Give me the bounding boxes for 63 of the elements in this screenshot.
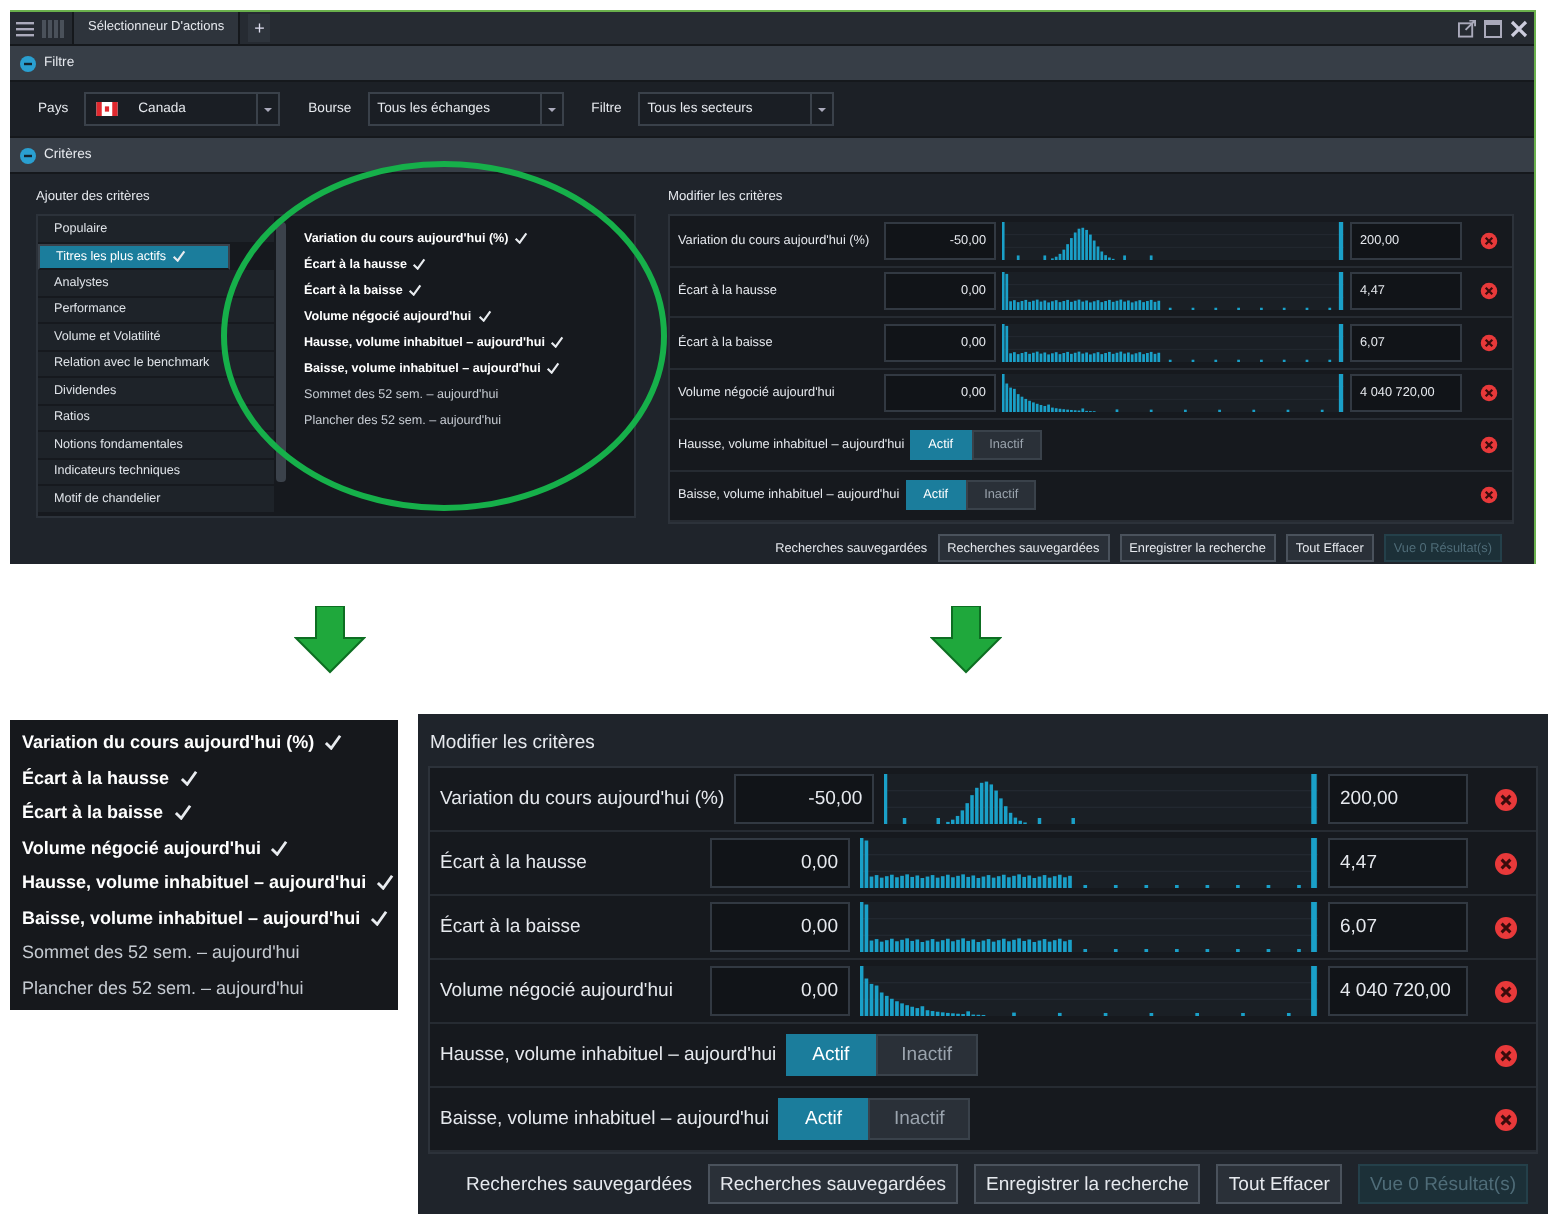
- criterion-label: Baisse, volume inhabituel – aujourd'hui: [440, 1108, 769, 1130]
- maximize-icon[interactable]: [1484, 19, 1502, 37]
- saved-searches-label: Recherches sauvegardées: [466, 1173, 693, 1195]
- criterion-item[interactable]: Écart à la baisse: [22, 802, 164, 822]
- remove-icon[interactable]: [1494, 915, 1518, 939]
- criterion-item[interactable]: Plancher des 52 sem. – aujourd'hui: [22, 977, 304, 997]
- max-field[interactable]: 4,47: [1328, 838, 1468, 888]
- close-icon[interactable]: [1510, 19, 1528, 37]
- criterion-item[interactable]: Sommet des 52 sem. – aujourd'hui: [22, 942, 300, 962]
- max-field[interactable]: 200,00: [1328, 774, 1468, 824]
- criterion-item[interactable]: Hausse, volume inhabituel – aujourd'hui: [22, 872, 367, 892]
- remove-icon[interactable]: [1480, 435, 1498, 454]
- menu-icon[interactable]: [16, 19, 34, 37]
- min-field[interactable]: 0,00: [710, 966, 850, 1016]
- criterion-item[interactable]: Baisse, volume inhabituel – aujourd'hui: [22, 907, 361, 927]
- criterion-label: Variation du cours aujourd'hui (%): [440, 788, 725, 810]
- criterion-item[interactable]: Volume négocié aujourd'hui: [22, 837, 261, 857]
- remove-icon[interactable]: [1480, 486, 1498, 505]
- min-field[interactable]: 0,00: [710, 902, 850, 952]
- remove-icon[interactable]: [1494, 1043, 1518, 1067]
- collapse-icon[interactable]: [20, 55, 36, 71]
- remove-icon[interactable]: [1480, 333, 1498, 352]
- footer-button[interactable]: Enregistrer la recherche: [974, 1164, 1201, 1204]
- criterion-label: Écart à la baisse: [440, 916, 583, 938]
- criterion-item[interactable]: Écart à la hausse: [22, 767, 170, 787]
- remove-icon[interactable]: [1480, 384, 1498, 403]
- check-icon: [270, 839, 289, 855]
- max-field[interactable]: 6,07: [1328, 902, 1468, 952]
- criterion-label: Volume négocié aujourd'hui: [440, 980, 675, 1002]
- caret-icon: [264, 107, 273, 111]
- footer-button[interactable]: Tout Effacer: [1216, 1164, 1342, 1204]
- footer-button[interactable]: Recherches sauvegardées: [708, 1164, 959, 1204]
- criterion-label: Hausse, volume inhabituel – aujourd'hui: [440, 1044, 777, 1066]
- toggle-option[interactable]: Inactif: [867, 1098, 971, 1140]
- section-title: Modifier les critères: [430, 732, 597, 754]
- check-icon: [172, 250, 187, 263]
- scrollbar-thumb[interactable]: [276, 222, 286, 482]
- toggle-option[interactable]: Actif: [778, 1098, 868, 1140]
- remove-icon[interactable]: [1494, 851, 1518, 875]
- down-arrow: [930, 606, 1002, 674]
- toggle-option[interactable]: Actif: [786, 1034, 876, 1076]
- max-field[interactable]: 4 040 720,00: [1328, 966, 1468, 1016]
- toggle-option[interactable]: Inactif: [875, 1034, 979, 1076]
- min-field[interactable]: 0,00: [710, 838, 850, 888]
- collapse-icon[interactable]: [20, 147, 36, 163]
- popout-icon[interactable]: [1458, 19, 1476, 37]
- remove-icon[interactable]: [1480, 231, 1498, 250]
- min-field[interactable]: -50,00: [734, 774, 875, 824]
- remove-icon[interactable]: [1480, 282, 1498, 301]
- check-icon: [324, 734, 343, 750]
- check-icon: [514, 232, 529, 244]
- remove-icon[interactable]: [1494, 1107, 1518, 1131]
- caret-icon: [817, 107, 826, 111]
- caret-icon: [547, 107, 556, 111]
- down-arrow: [294, 606, 366, 674]
- check-icon: [477, 310, 492, 322]
- remove-icon[interactable]: [1494, 979, 1518, 1003]
- criterion-item[interactable]: Variation du cours aujourd'hui (%): [22, 732, 315, 752]
- add-tab-button[interactable]: +: [248, 14, 271, 42]
- remove-icon[interactable]: [1494, 787, 1518, 811]
- flag-icon: [96, 102, 119, 116]
- criterion-label: Écart à la hausse: [440, 852, 589, 874]
- footer-button: Vue 0 Résultat(s): [1357, 1164, 1528, 1204]
